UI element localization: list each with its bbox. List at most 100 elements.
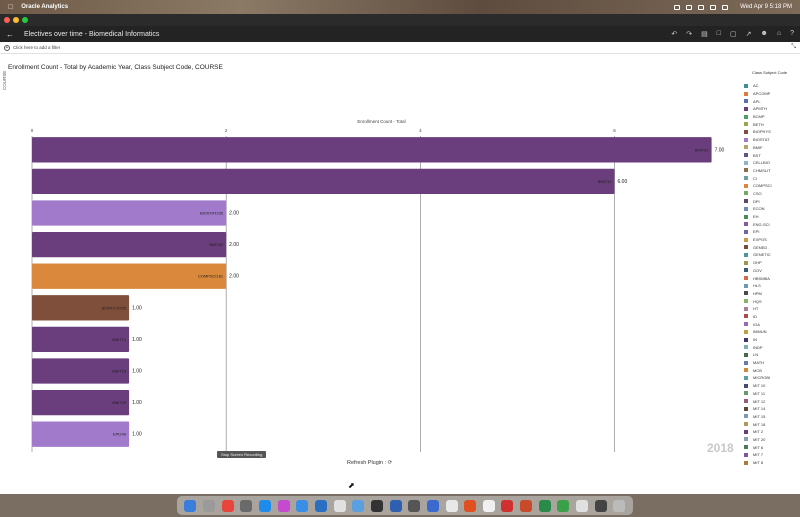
legend-item[interactable]: BETH [744, 120, 800, 128]
status-icon[interactable] [686, 4, 693, 10]
bar[interactable] [32, 200, 227, 226]
legend-item[interactable]: HQS [744, 297, 800, 305]
filter-placeholder[interactable]: Click here to add a filter [13, 45, 60, 50]
legend-item[interactable]: CHMSLIT [744, 167, 800, 175]
menubar-app-name[interactable]: Oracle Analytics [21, 4, 68, 10]
vscode-icon[interactable] [314, 499, 327, 512]
app-icon[interactable] [370, 499, 383, 512]
legend-item[interactable]: BMIF [744, 144, 800, 152]
present-icon[interactable]: □ [717, 30, 721, 38]
app-icon[interactable] [296, 499, 309, 512]
legend-item[interactable]: ENG-SCI [744, 220, 800, 228]
legend-item[interactable]: MATH [744, 359, 800, 367]
legend-item[interactable]: HLS [744, 282, 800, 290]
legend-item[interactable]: MIT 14 [744, 405, 800, 413]
legend-item[interactable]: MIT 12 [744, 397, 800, 405]
legend-item[interactable]: MICROBI [744, 374, 800, 382]
legend-item[interactable]: GENETIC [744, 251, 800, 259]
close-window-button[interactable] [4, 17, 10, 23]
legend-item[interactable]: MIT 20 [744, 436, 800, 444]
app-icon[interactable] [445, 499, 458, 512]
app-icon[interactable] [389, 499, 402, 512]
app-icon[interactable] [352, 499, 365, 512]
filter-bar[interactable]: + Click here to add a filter ⤡ [0, 42, 800, 54]
legend-item[interactable]: APMTH [744, 105, 800, 113]
redo-icon[interactable]: ↷ [686, 30, 692, 38]
export-icon[interactable]: ↗ [746, 30, 752, 38]
legend-item[interactable]: DPI [744, 197, 800, 205]
refresh-icon[interactable]: ⟳ [388, 460, 393, 466]
launchpad-icon[interactable] [202, 499, 215, 512]
excel-icon[interactable] [538, 499, 551, 512]
legend-item[interactable]: AC [744, 82, 800, 90]
podcasts-icon[interactable] [277, 499, 290, 512]
legend-item[interactable]: BIOPHYS [744, 128, 800, 136]
legend-item[interactable]: ECON [744, 205, 800, 213]
legend-item[interactable]: INDP [744, 343, 800, 351]
chrome-icon[interactable] [221, 499, 234, 512]
zoom-window-button[interactable] [22, 17, 28, 23]
apple-icon[interactable]:  [8, 4, 13, 11]
status-icon[interactable] [710, 4, 717, 10]
home-icon[interactable]: ⌂ [777, 30, 781, 38]
app-icon[interactable] [482, 499, 495, 512]
legend-item[interactable]: APL [744, 97, 800, 105]
legend-item[interactable]: MIT 15 [744, 413, 800, 421]
legend-item[interactable]: MIT 10 [744, 382, 800, 390]
legend-item[interactable]: MIT 11 [744, 390, 800, 398]
expand-icon[interactable]: ⤡ [791, 44, 796, 51]
legend-item[interactable]: MCB [744, 366, 800, 374]
person-icon[interactable]: ☻ [760, 30, 767, 38]
bar[interactable] [32, 231, 227, 258]
refresh-plugin[interactable]: Refresh Plugin : ⟳ [347, 460, 392, 466]
undo-icon[interactable]: ↶ [671, 30, 677, 38]
legend-item[interactable]: CSO [744, 190, 800, 198]
powerpoint-icon[interactable] [520, 499, 533, 512]
bar[interactable] [32, 137, 712, 163]
legend-item[interactable]: BIOSTAT [744, 136, 800, 144]
finder-icon[interactable] [184, 499, 197, 512]
safari-icon[interactable] [258, 499, 271, 512]
legend-item[interactable]: EH [744, 213, 800, 221]
legend-item[interactable]: MIT 8 [744, 459, 800, 467]
legend-item[interactable]: IN [744, 336, 800, 344]
zoom-app-icon[interactable] [408, 499, 421, 512]
legend-item[interactable]: ID [744, 313, 800, 321]
legend-item[interactable]: EXPOS [744, 236, 800, 244]
legend-item[interactable]: BST [744, 151, 800, 159]
add-filter-icon[interactable]: + [4, 44, 10, 51]
save-icon[interactable]: ▤ [701, 30, 708, 38]
legend-item[interactable]: MIT 2 [744, 428, 800, 436]
legend-item[interactable]: IMMUN [744, 328, 800, 336]
legend-item[interactable]: LN [744, 351, 800, 359]
status-icon[interactable] [674, 4, 681, 10]
legend-item[interactable]: CELLBIO [744, 159, 800, 167]
app-icon[interactable] [594, 499, 607, 512]
legend-item[interactable]: MIT 6 [744, 443, 800, 451]
minimize-window-button[interactable] [13, 17, 19, 23]
notes-icon[interactable] [333, 499, 346, 512]
app-icon[interactable] [426, 499, 439, 512]
legend-item[interactable]: COMPSCI [744, 182, 800, 190]
legend-item[interactable]: MIT 18 [744, 420, 800, 428]
legend-item[interactable]: MIT 7 [744, 451, 800, 459]
legend-item[interactable]: GHP [744, 259, 800, 267]
help-icon[interactable]: ? [790, 30, 794, 38]
legend-item[interactable]: HPM [744, 290, 800, 298]
legend-item[interactable]: EPI [744, 228, 800, 236]
acrobat-icon[interactable] [501, 499, 514, 512]
stop-recording-button[interactable]: Stop Screen Recording [217, 451, 267, 458]
legend-item[interactable]: IGA [744, 320, 800, 328]
legend-item[interactable]: HT [744, 305, 800, 313]
legend-item[interactable]: GOV [744, 267, 800, 275]
bar[interactable] [32, 168, 615, 195]
brave-icon[interactable] [464, 499, 477, 512]
legend-item[interactable]: APCOMP [744, 90, 800, 98]
legend-item[interactable]: BCMP [744, 113, 800, 121]
share-icon[interactable]: ▢ [730, 30, 737, 38]
trash-icon[interactable] [613, 499, 626, 512]
menubar-clock[interactable]: Wed Apr 9 5:18 PM [740, 4, 792, 10]
status-icon[interactable] [698, 4, 705, 10]
legend-item[interactable]: GENED [744, 243, 800, 251]
legend-item[interactable]: CI [744, 174, 800, 182]
